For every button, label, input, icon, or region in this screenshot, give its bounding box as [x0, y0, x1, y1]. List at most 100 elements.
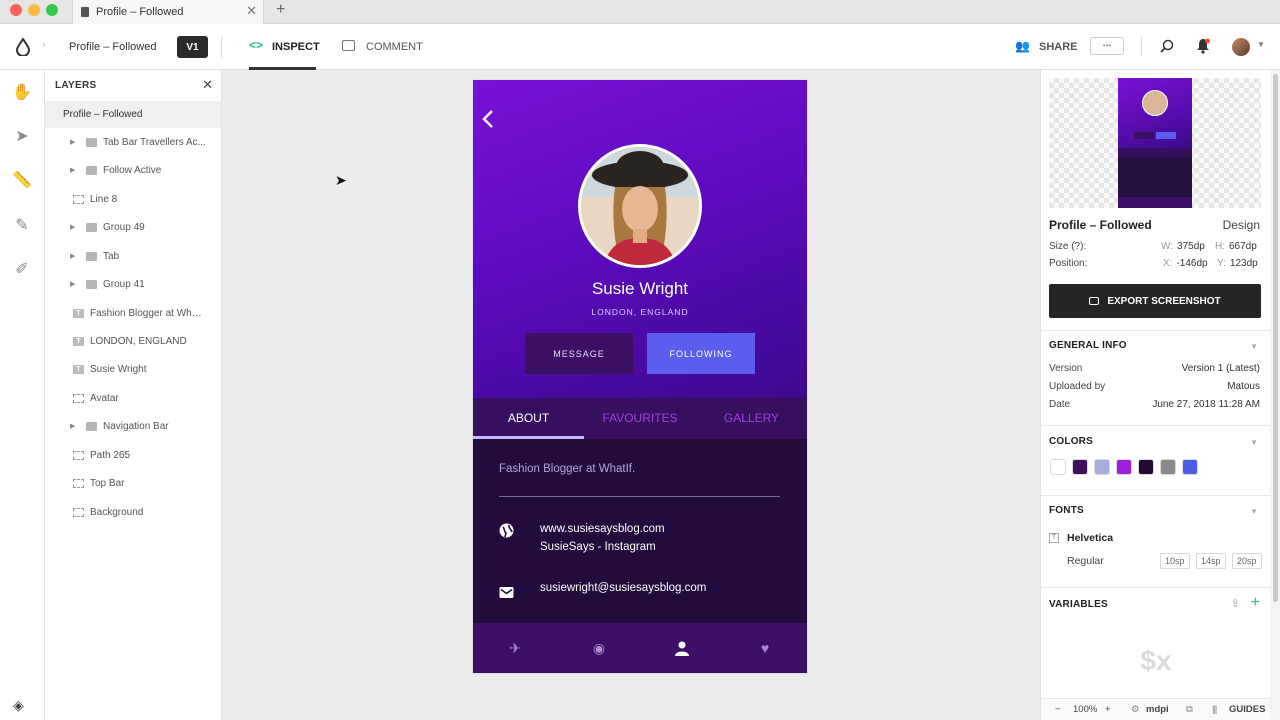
top-toolbar: › Profile – Followed V1 <> INSPECT COMME… [0, 24, 1280, 70]
export-screenshot-button[interactable]: EXPORT SCREENSHOT [1049, 284, 1261, 318]
tab-title: Profile – Followed [96, 6, 184, 18]
shape-icon [73, 479, 84, 488]
layer-item[interactable]: Avatar [45, 385, 221, 413]
export-variables-icon[interactable]: ⇪ [1231, 597, 1240, 610]
guides-button[interactable]: GUIDES [1229, 704, 1265, 715]
shape-icon [73, 451, 84, 460]
more-options-button[interactable]: ••• [1090, 37, 1124, 55]
font-size-chip[interactable]: 14sp [1196, 553, 1226, 569]
expand-arrow-icon[interactable]: ▶ [70, 129, 75, 157]
add-variable-icon[interactable]: + [1251, 594, 1260, 612]
hand-tool-icon[interactable]: ✋ [12, 82, 32, 102]
variables-placeholder: $x [1140, 645, 1172, 676]
comment-icon [342, 40, 355, 51]
layer-item[interactable]: ▶ Tab [45, 243, 221, 271]
project-title[interactable]: Profile – Followed [69, 41, 156, 53]
layer-item[interactable]: ▶ Tab Bar Travellers Ac... [45, 129, 221, 157]
share-button[interactable]: SHARE [1039, 41, 1078, 53]
compass-icon[interactable]: ◉ [589, 638, 609, 658]
layer-item[interactable]: ▶ Navigation Bar [45, 413, 221, 441]
color-swatch[interactable] [1072, 459, 1088, 475]
layer-item[interactable]: Background [45, 499, 221, 527]
eyedropper-tool-icon[interactable]: ✎ [12, 215, 32, 235]
copy-icon[interactable]: ⧉ [1186, 704, 1193, 715]
color-swatch[interactable] [1182, 459, 1198, 475]
layers-close-icon[interactable]: ✕ [202, 77, 213, 93]
folder-icon [86, 138, 97, 147]
version-badge[interactable]: V1 [177, 36, 208, 58]
layer-item[interactable]: T Fashion Blogger at Wha... [45, 300, 221, 328]
airplane-icon[interactable]: ✈ [505, 638, 525, 658]
heart-icon[interactable]: ♥ [755, 638, 775, 658]
scrollbar-thumb[interactable] [1273, 74, 1278, 602]
expand-arrow-icon[interactable]: ▶ [70, 243, 75, 271]
chevron-down-icon[interactable]: ▼ [1250, 438, 1258, 447]
color-swatch[interactable] [1116, 459, 1132, 475]
artboard-thumbnail[interactable] [1049, 78, 1261, 208]
notification-bell-icon[interactable] [1196, 38, 1210, 54]
message-button[interactable]: MESSAGE [525, 333, 633, 374]
zoom-in-button[interactable]: + [1105, 704, 1111, 715]
font-size-chip[interactable]: 20sp [1232, 553, 1262, 569]
artboard-profile[interactable]: Susie Wright LONDON, ENGLAND MESSAGE FOL… [473, 80, 807, 673]
layers-stack-icon[interactable]: ◈ [13, 697, 29, 713]
close-window-button[interactable] [10, 4, 22, 16]
date-label: Date [1049, 399, 1071, 410]
tab-inspect[interactable]: INSPECT [272, 41, 320, 53]
tab-comment[interactable]: COMMENT [366, 41, 423, 53]
browser-tab[interactable]: Profile – Followed ✕ [72, 0, 264, 24]
layer-item[interactable]: ▶ Group 41 [45, 271, 221, 299]
text-layer-icon: T [73, 309, 84, 318]
font-size-chip[interactable]: 10sp [1160, 553, 1190, 569]
color-swatch[interactable] [1094, 459, 1110, 475]
tool-rail: ✋ ➤ 📏 ✎ ✐ [0, 70, 45, 720]
layer-item[interactable]: Top Bar [45, 470, 221, 498]
back-arrow-icon[interactable] [481, 108, 495, 130]
email-text[interactable]: susiewright@susiesaysblog.com [540, 582, 706, 594]
following-button[interactable]: FOLLOWING [647, 333, 755, 374]
tab-gallery[interactable]: GALLERY [696, 398, 807, 439]
layer-item[interactable]: ▶ Group 49 [45, 214, 221, 242]
avatar-chevron-down-icon[interactable]: ▼ [1257, 40, 1265, 49]
expand-arrow-icon[interactable]: ▶ [70, 271, 75, 299]
settings-gear-icon[interactable]: ⚙ [1131, 704, 1140, 715]
tab-about[interactable]: ABOUT [473, 398, 584, 439]
app-logo-icon[interactable] [16, 38, 30, 56]
expand-arrow-icon[interactable]: ▶ [70, 214, 75, 242]
search-icon[interactable] [1160, 39, 1174, 53]
chevron-down-icon[interactable]: ▼ [1250, 342, 1258, 351]
shape-icon [73, 394, 84, 403]
folder-icon [86, 422, 97, 431]
general-info-header[interactable]: GENERAL INFO [1049, 340, 1127, 351]
maximize-window-button[interactable] [46, 4, 58, 16]
expand-arrow-icon[interactable]: ▶ [70, 413, 75, 441]
expand-arrow-icon[interactable]: ▶ [70, 157, 75, 185]
layer-root[interactable]: Profile – Followed [45, 101, 221, 128]
website-text[interactable]: www.susiesaysblog.com [540, 523, 665, 535]
instagram-text[interactable]: SusieSays - Instagram [540, 541, 656, 553]
profile-user-icon[interactable] [672, 638, 692, 658]
zoom-out-button[interactable]: − [1055, 704, 1061, 715]
user-avatar[interactable] [1232, 38, 1250, 56]
density-selector[interactable]: mdpi [1146, 704, 1169, 715]
y-value: Y: 123dp [1217, 258, 1258, 269]
colors-header[interactable]: COLORS [1049, 436, 1093, 447]
layer-item[interactable]: T LONDON, ENGLAND [45, 328, 221, 356]
zoom-level[interactable]: 100% [1073, 704, 1097, 715]
tab-close-icon[interactable]: ✕ [246, 3, 257, 19]
color-swatch[interactable] [1160, 459, 1176, 475]
minimize-window-button[interactable] [28, 4, 40, 16]
layer-item[interactable]: Path 265 [45, 442, 221, 470]
layer-item[interactable]: Line 8 [45, 186, 221, 214]
tab-favourites[interactable]: FAVOURITES [584, 398, 696, 439]
brush-tool-icon[interactable]: ✐ [12, 259, 32, 279]
color-swatch[interactable] [1138, 459, 1154, 475]
color-swatch[interactable] [1050, 459, 1066, 475]
layer-item[interactable]: T Susie Wright [45, 356, 221, 384]
layer-item[interactable]: ▶ Follow Active [45, 157, 221, 185]
new-tab-button[interactable]: + [276, 1, 285, 19]
chevron-down-icon[interactable]: ▼ [1250, 507, 1258, 516]
ruler-tool-icon[interactable]: 📏 [12, 170, 32, 190]
fonts-header[interactable]: FONTS [1049, 505, 1084, 516]
pointer-tool-icon[interactable]: ➤ [12, 126, 32, 146]
